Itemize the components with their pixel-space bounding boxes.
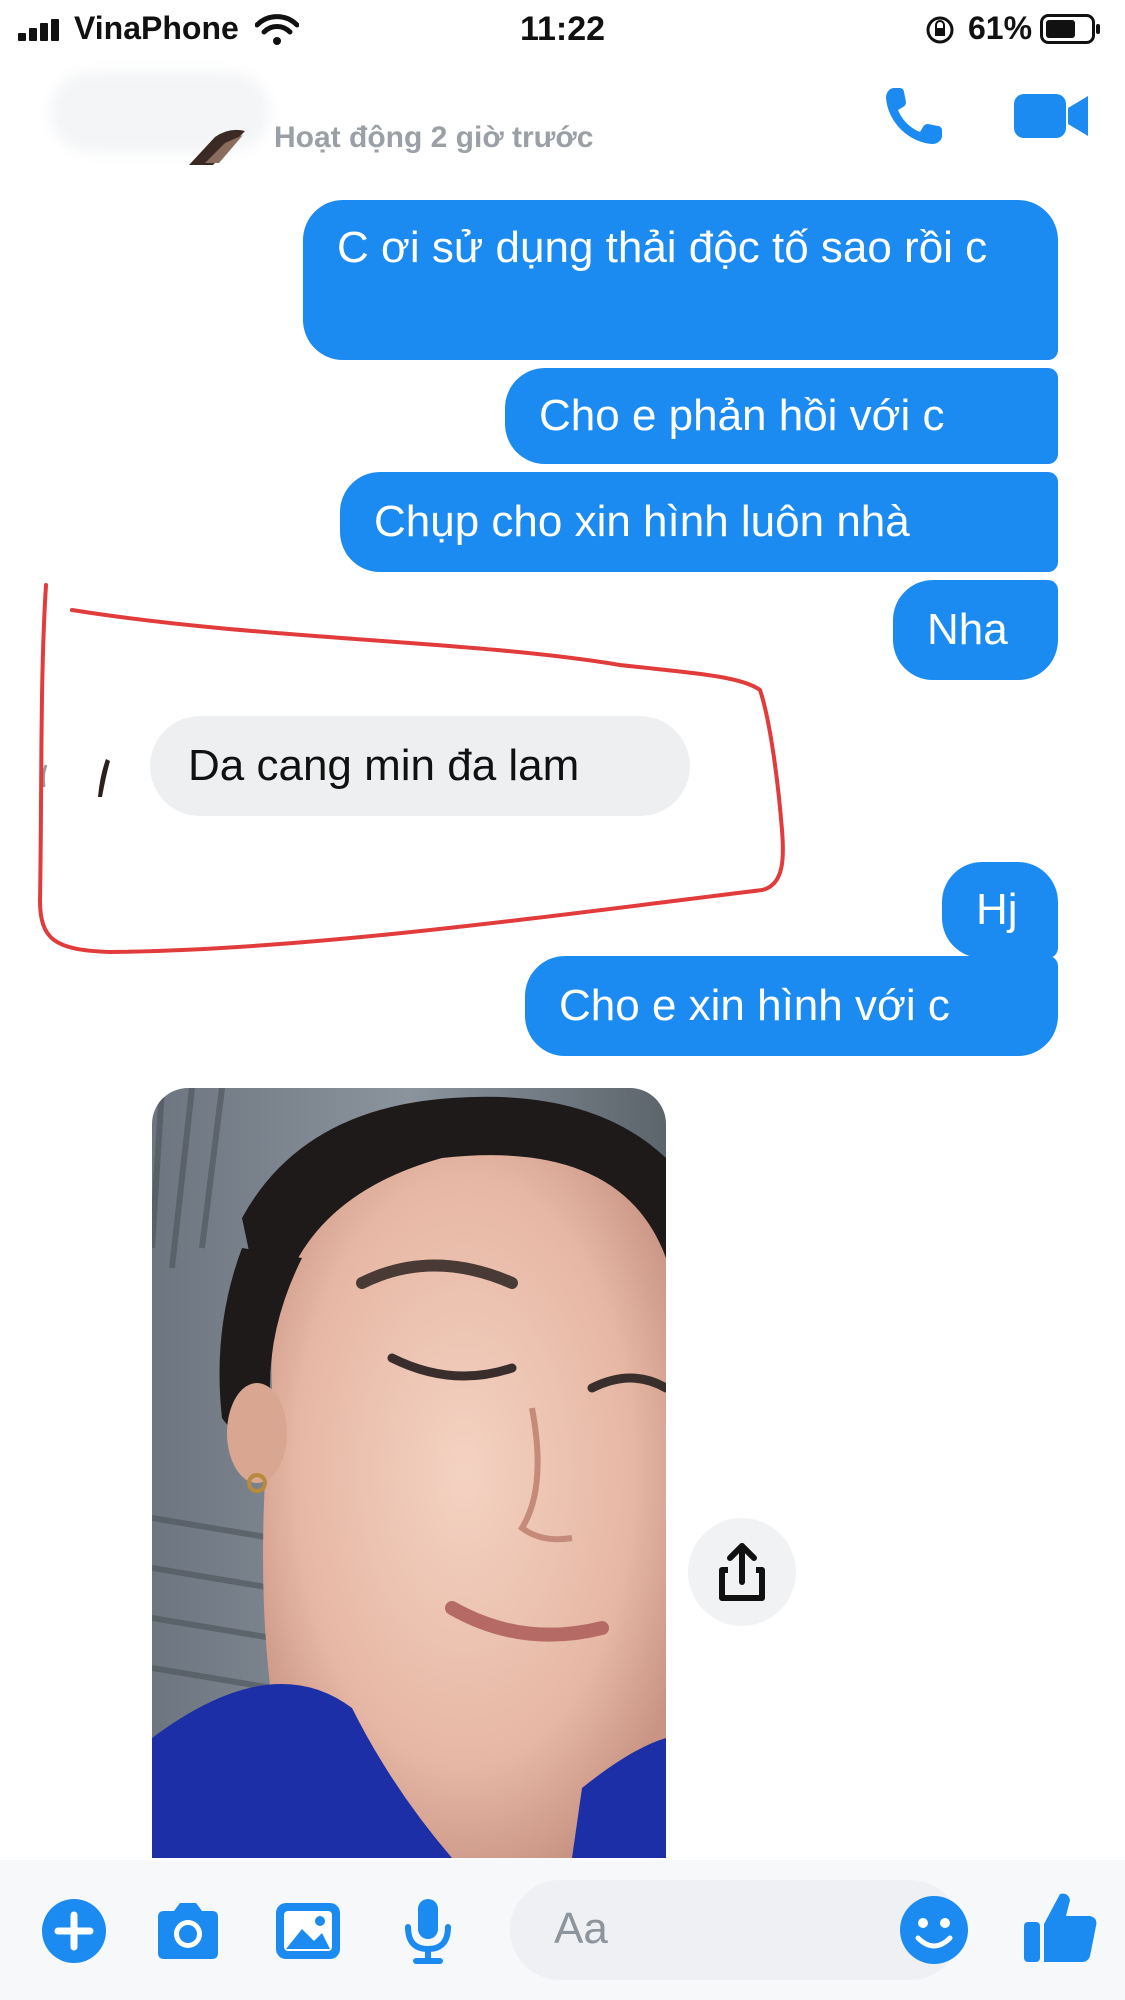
sender-avatar[interactable]	[36, 745, 132, 815]
phone-icon[interactable]	[880, 82, 948, 150]
battery-icon	[1040, 14, 1100, 44]
contact-avatar[interactable]	[185, 125, 251, 169]
outgoing-message-bubble[interactable]: C ơi sử dụng thải độc tố sao rồi c	[303, 200, 1058, 360]
share-icon	[719, 1543, 765, 1601]
microphone-icon[interactable]	[392, 1895, 464, 1967]
message-input-placeholder: Aa	[554, 1904, 608, 1953]
clock: 11:22	[519, 10, 606, 48]
outgoing-message-bubble[interactable]: Hj	[942, 862, 1058, 958]
share-button[interactable]	[688, 1518, 796, 1626]
rotation-lock-icon	[926, 16, 954, 44]
incoming-message-bubble[interactable]: Da cang min đa lam	[150, 716, 690, 816]
plus-icon[interactable]	[38, 1895, 110, 1967]
camera-icon[interactable]	[152, 1895, 224, 1967]
outgoing-message-bubble[interactable]: Chụp cho xin hình luôn nhà	[340, 472, 1058, 572]
message-input[interactable]: Aa	[510, 1880, 960, 1980]
activity-status: Hoạt động 2 giờ trước	[274, 121, 594, 154]
outgoing-message-bubble[interactable]: Nha	[893, 580, 1058, 680]
gallery-icon[interactable]	[272, 1895, 344, 1967]
emoji-icon[interactable]	[896, 1892, 972, 1968]
outgoing-message-bubble[interactable]: Cho e phản hồi với c	[505, 368, 1058, 464]
video-camera-icon[interactable]	[1012, 88, 1090, 144]
outgoing-message-bubble[interactable]: Cho e xin hình với c	[525, 956, 1058, 1056]
photo-attachment[interactable]	[152, 1088, 666, 1858]
thumbs-up-icon[interactable]	[1020, 1886, 1102, 1968]
battery-percent: 61%	[968, 10, 1033, 46]
status-bar: VinaPhone 11:22 61%	[0, 0, 1125, 60]
